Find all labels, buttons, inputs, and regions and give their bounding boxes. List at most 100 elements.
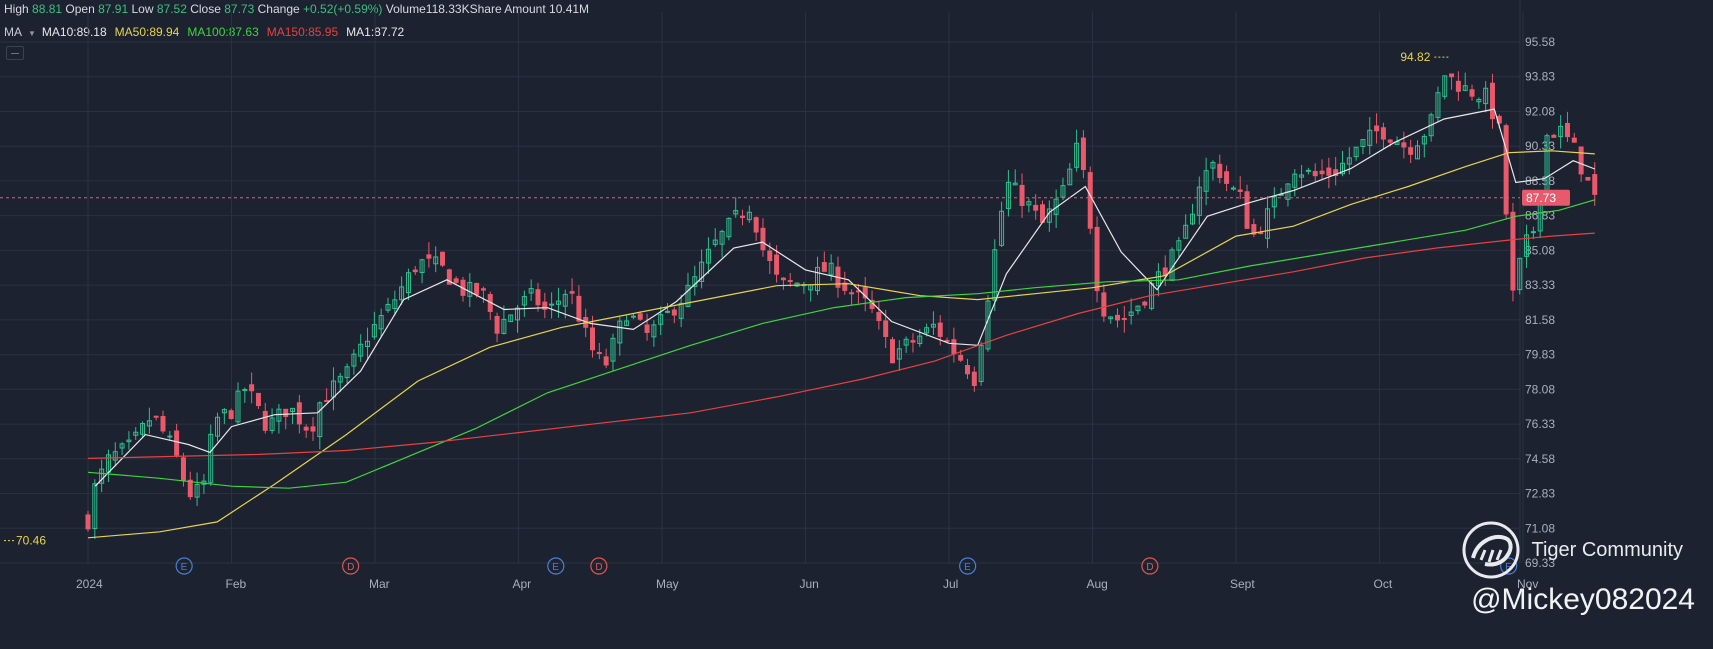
y-tick-label: 81.58 (1525, 313, 1555, 327)
watermark-user: @Mickey082024 (1471, 583, 1695, 616)
candle-body (1510, 211, 1516, 291)
candle-body (255, 392, 261, 407)
candle-body (883, 320, 889, 337)
candle-body (890, 339, 896, 364)
candle-body (1551, 134, 1557, 138)
y-tick-label: 95.58 (1525, 35, 1555, 49)
candle-body (637, 313, 643, 320)
candle-body (1326, 167, 1332, 176)
candle-body (767, 250, 773, 262)
candle-body (958, 354, 964, 361)
candle-body (228, 410, 234, 419)
event-marker-label: E (964, 562, 971, 573)
candle-body (1087, 172, 1093, 229)
candle-body (603, 356, 609, 366)
candle-body (951, 339, 957, 355)
candle-body (1258, 232, 1264, 235)
candle-body (1244, 191, 1250, 229)
candle-body (262, 410, 268, 431)
candle-body (480, 288, 486, 291)
x-tick-label: Jun (800, 577, 819, 591)
candle-body (876, 312, 882, 322)
x-tick-label: Sept (1230, 577, 1255, 591)
candle-body (821, 262, 827, 272)
candle-body (1080, 137, 1086, 171)
ma-line-ma100 (87, 199, 1595, 489)
candle-body (665, 310, 671, 313)
candle-body (1585, 176, 1591, 181)
candle-body (1503, 125, 1509, 215)
candle-body (283, 408, 289, 418)
y-tick-label: 76.33 (1525, 417, 1555, 431)
candle-body (1564, 122, 1570, 138)
max-price-marker: 94.82 (1400, 50, 1430, 64)
candle-body (630, 315, 636, 318)
candle-body (1530, 231, 1536, 234)
candle-body (494, 315, 500, 334)
ma-line-ma50 (87, 150, 1595, 539)
candle-body (774, 254, 780, 275)
y-tick-label: 78.08 (1525, 382, 1555, 396)
candle-body (174, 430, 180, 456)
y-tick-label: 83.33 (1525, 278, 1555, 292)
candle-body (1237, 189, 1243, 192)
x-tick-label: 2024 (76, 577, 103, 591)
candle-body (1571, 137, 1577, 143)
candle-body (474, 282, 480, 295)
watermark-name: Tiger Community (1531, 538, 1683, 561)
candle-body (590, 327, 596, 351)
candle-body (440, 251, 446, 266)
candle-body (1592, 174, 1598, 195)
x-tick-label: May (656, 577, 679, 591)
candle-body (1319, 170, 1325, 175)
candle-body (760, 227, 766, 251)
candle-body (1142, 301, 1148, 306)
candle-body (1449, 73, 1455, 78)
min-price-marker: 70.46 (16, 534, 46, 548)
y-tick-label: 72.83 (1525, 487, 1555, 501)
x-tick-label: Jul (943, 577, 958, 591)
x-tick-label: Aug (1087, 577, 1108, 591)
candle-body (1408, 147, 1414, 155)
candle-body (671, 309, 677, 316)
candle-body (1374, 125, 1380, 132)
candle-body (1094, 226, 1100, 292)
candle-body (549, 303, 555, 306)
event-marker-label: D (1146, 562, 1153, 573)
candle-body (1380, 127, 1386, 140)
x-tick-label: Mar (369, 577, 390, 591)
ma-line-ma150 (87, 232, 1595, 459)
candle-body (1114, 314, 1120, 321)
candle-body (1121, 317, 1127, 321)
tiger-logo-icon (1462, 521, 1520, 579)
candle-body (576, 295, 582, 322)
candle-body (753, 217, 759, 233)
watermark: Tiger Community (1461, 520, 1683, 580)
price-chart[interactable]: 95.5893.8392.0890.3388.5886.8385.0883.33… (0, 0, 1713, 649)
y-tick-label: 92.08 (1525, 104, 1555, 118)
candle-body (85, 514, 91, 530)
x-tick-label: Feb (226, 577, 247, 591)
candle-body (303, 426, 309, 431)
candle-body (412, 269, 418, 273)
candle-body (596, 351, 602, 354)
candle-body (965, 365, 971, 375)
candle-body (187, 479, 193, 498)
candle-body (780, 277, 786, 281)
candle-body (1578, 146, 1584, 175)
candle-body (910, 340, 916, 343)
last-price-label: 87.73 (1526, 191, 1556, 205)
candle-body (944, 339, 950, 342)
candle-body (1387, 139, 1393, 143)
candle-body (1455, 80, 1461, 92)
candle-body (1305, 169, 1311, 172)
candle-body (1224, 171, 1230, 184)
candle-body (849, 292, 855, 295)
y-tick-label: 85.08 (1525, 243, 1555, 257)
candle-body (180, 457, 186, 482)
candle-body (453, 278, 459, 283)
candle-body (310, 426, 316, 432)
candle-body (242, 388, 248, 391)
candle-body (160, 416, 166, 432)
y-tick-label: 93.83 (1525, 70, 1555, 84)
